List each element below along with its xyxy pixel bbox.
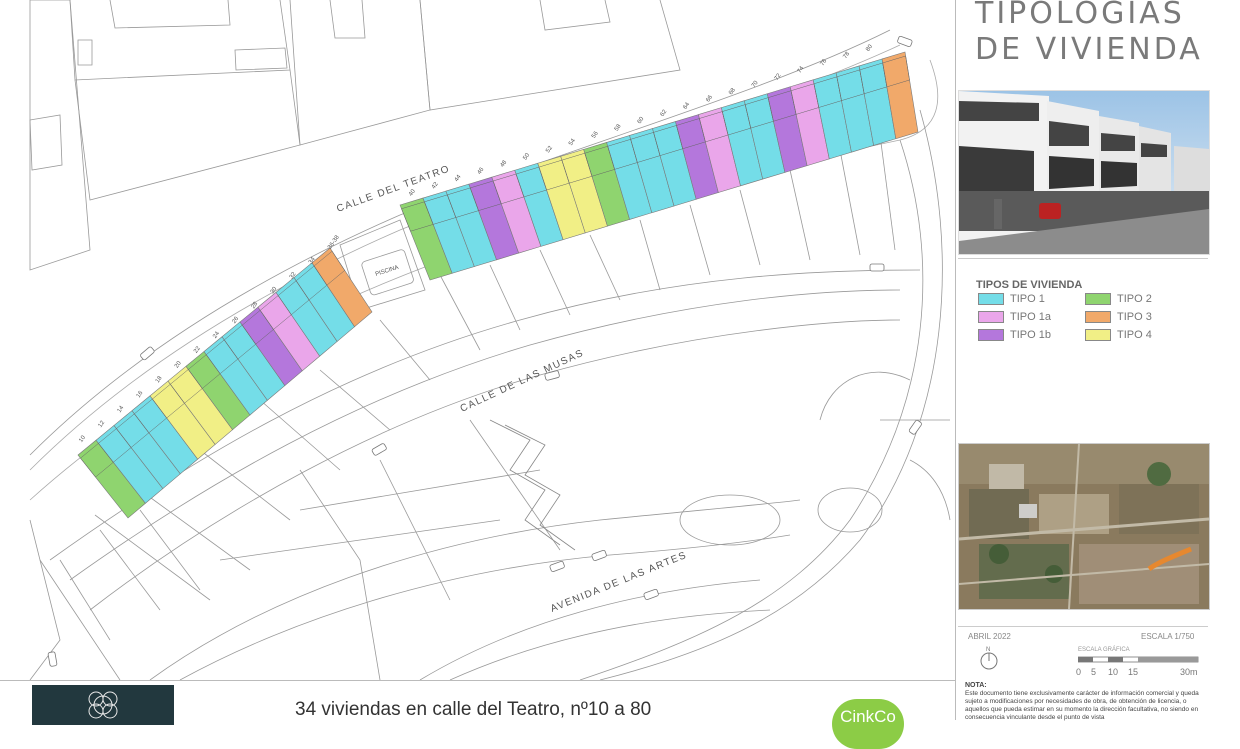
legend-swatch (978, 329, 1004, 342)
aerial-photo (958, 443, 1210, 610)
legend-heading: TIPOS DE VIVIENDA (976, 279, 1083, 291)
page-title: TIPOLOGÍAS DE VIVIENDA (975, 0, 1225, 68)
legend-item-tipo-1b: TIPO 1b (978, 329, 1051, 342)
scale-mark: 5 (1091, 667, 1097, 677)
legend-label: TIPO 4 (1117, 329, 1152, 341)
legend-item-tipo-1a: TIPO 1a (978, 311, 1051, 324)
legend-label: TIPO 1 (1010, 293, 1045, 305)
title-line-1: TIPOLOGÍAS (975, 0, 1185, 31)
legend-item-tipo-4: TIPO 4 (1085, 329, 1152, 342)
footer-headline: 34 viviendas en calle del Teatro, nº10 a… (295, 699, 652, 720)
title-line-2: DE VIVIENDA (975, 32, 1203, 67)
logo (32, 685, 174, 725)
legend-swatch (1085, 293, 1111, 306)
legend-label: TIPO 1a (1010, 311, 1051, 323)
legend: TIPOS DE VIVIENDA TIPO 1 TIPO 2 TIPO 1a … (958, 258, 1208, 441)
north-label: N (986, 647, 990, 653)
brand-badge: CinkCo (832, 699, 904, 749)
graphic-scale-title: ESCALA GRÁFICA (1078, 647, 1130, 653)
legend-swatch (1085, 311, 1111, 324)
legend-item-tipo-2: TIPO 2 (1085, 293, 1152, 306)
scale-label: ESCALA 1/750 (1141, 632, 1195, 641)
note-text: Este documento tiene exclusivamente cará… (965, 690, 1199, 721)
graphic-scale-bar (1078, 656, 1199, 663)
legend-item-tipo-1: TIPO 1 (978, 293, 1045, 306)
legend-swatch (978, 293, 1004, 306)
footer: 34 viviendas en calle del Teatro, nº10 a… (0, 680, 955, 749)
site-plan-map: 1012141618202224262830323436-38404244464… (0, 0, 955, 680)
logo-flower-icon (88, 691, 118, 719)
legend-item-tipo-3: TIPO 3 (1085, 311, 1152, 324)
date-label: ABRIL 2022 (968, 632, 1011, 641)
legend-label: TIPO 3 (1117, 311, 1152, 323)
scale-mark: 30m (1180, 667, 1198, 677)
scale-mark: 10 (1108, 667, 1119, 677)
legend-label: TIPO 2 (1117, 293, 1152, 305)
note-heading: NOTA: (965, 682, 987, 689)
legend-swatch (978, 311, 1004, 324)
disclaimer-note: NOTA: Este documento tiene exclusivament… (965, 682, 1205, 722)
rendering-photo (958, 90, 1210, 255)
info-bar: ABRIL 2022 ESCALA 1/750 N ESCALA GRÁFICA… (958, 626, 1208, 679)
scale-mark: 0 (1076, 667, 1082, 677)
legend-label: TIPO 1b (1010, 329, 1051, 341)
legend-swatch (1085, 329, 1111, 342)
scale-mark: 15 (1128, 667, 1139, 677)
north-arrow-icon: N (980, 647, 998, 670)
